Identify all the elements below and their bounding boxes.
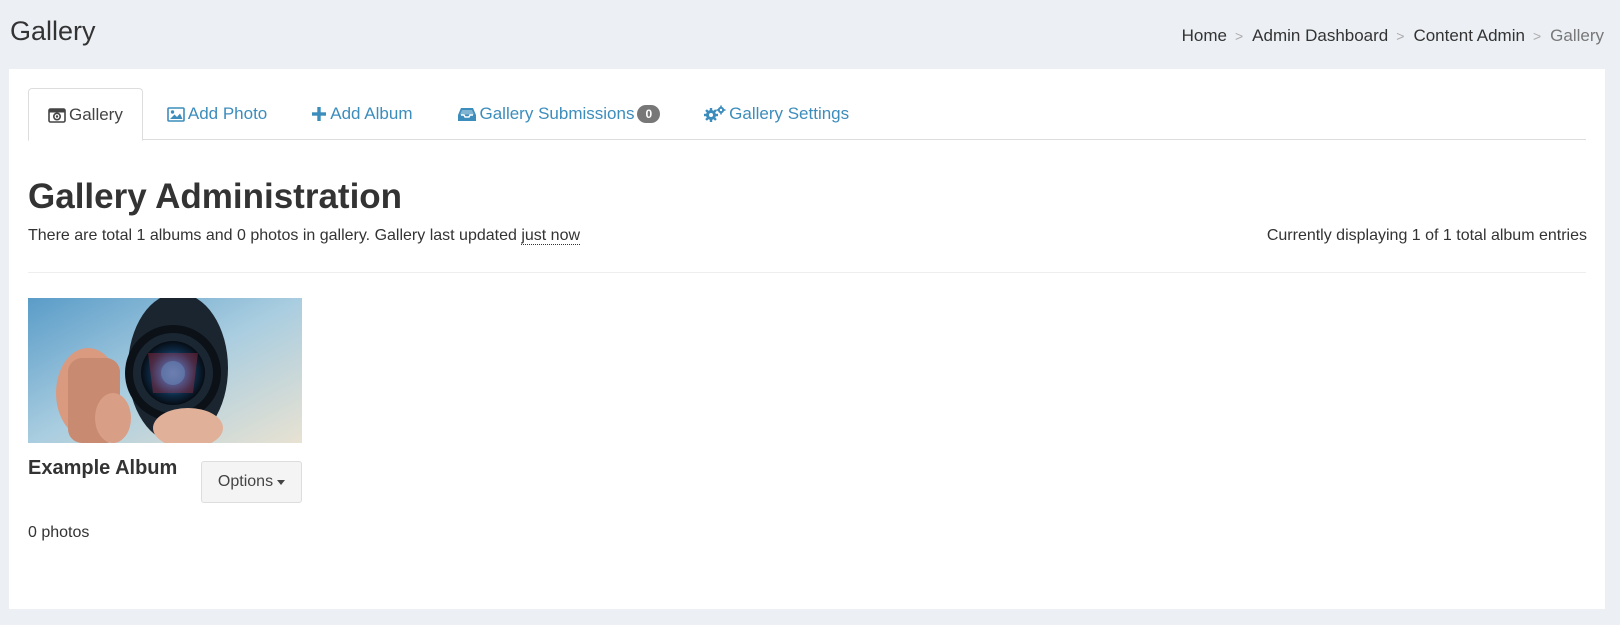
- breadcrumb-separator: >: [1532, 28, 1542, 44]
- tab-add-album-label: Add Album: [330, 104, 413, 123]
- tab-add-photo[interactable]: Add Photo: [147, 88, 287, 140]
- breadcrumb: Home > Admin Dashboard > Content Admin >…: [1182, 26, 1604, 46]
- album-photo-count: 0 photos: [28, 524, 90, 541]
- nav-tabs: Gallery Add Photo Add Album Gallery Subm…: [28, 88, 1586, 141]
- plus-icon: [311, 106, 327, 122]
- options-label: Options: [217, 473, 274, 490]
- gears-icon: [704, 105, 726, 123]
- gallery-summary: There are total 1 albums and 0 photos in…: [28, 227, 581, 245]
- submissions-count-badge: 0: [637, 105, 661, 123]
- content-box: Gallery Add Photo Add Album Gallery Subm…: [9, 69, 1605, 609]
- tab-add-photo-label: Add Photo: [187, 104, 268, 123]
- summary-text: There are total 1 albums and 0 photos in…: [28, 227, 522, 244]
- album-thumbnail[interactable]: [28, 298, 302, 443]
- tab-gallery-settings-label: Gallery Settings: [729, 104, 850, 123]
- divider: [28, 272, 1586, 273]
- breadcrumb-content-admin[interactable]: Content Admin: [1413, 26, 1525, 46]
- page-title: Gallery: [10, 16, 96, 46]
- caret-down-icon: [277, 479, 286, 485]
- tab-gallery-label: Gallery: [69, 104, 123, 124]
- album-options-button[interactable]: Options: [201, 461, 302, 503]
- page-header: Gallery Home > Admin Dashboard > Content…: [0, 0, 1620, 68]
- section-heading: Gallery Administration: [28, 177, 403, 216]
- breadcrumb-separator: >: [1234, 28, 1244, 44]
- last-updated-time: just now: [521, 227, 581, 245]
- tab-gallery-settings[interactable]: Gallery Settings: [684, 88, 869, 140]
- tab-add-album[interactable]: Add Album: [291, 88, 432, 140]
- breadcrumb-separator: >: [1396, 28, 1405, 44]
- album-title[interactable]: Example Album: [28, 457, 177, 480]
- breadcrumb-home[interactable]: Home: [1182, 26, 1227, 46]
- breadcrumb-current: Gallery: [1550, 26, 1604, 45]
- album-card: Example Album Options 0 photos: [28, 298, 302, 541]
- tab-gallery-submissions-label: Gallery Submissions: [479, 104, 635, 123]
- picture-icon: [167, 106, 185, 122]
- display-count-info: Currently displaying 1 of 1 total album …: [1266, 227, 1587, 244]
- camera-retro-icon: [48, 107, 66, 123]
- tab-gallery[interactable]: Gallery: [28, 88, 143, 141]
- tab-gallery-submissions[interactable]: Gallery Submissions 0: [437, 88, 681, 140]
- breadcrumb-admin-dashboard[interactable]: Admin Dashboard: [1252, 26, 1388, 46]
- inbox-icon: [457, 107, 477, 122]
